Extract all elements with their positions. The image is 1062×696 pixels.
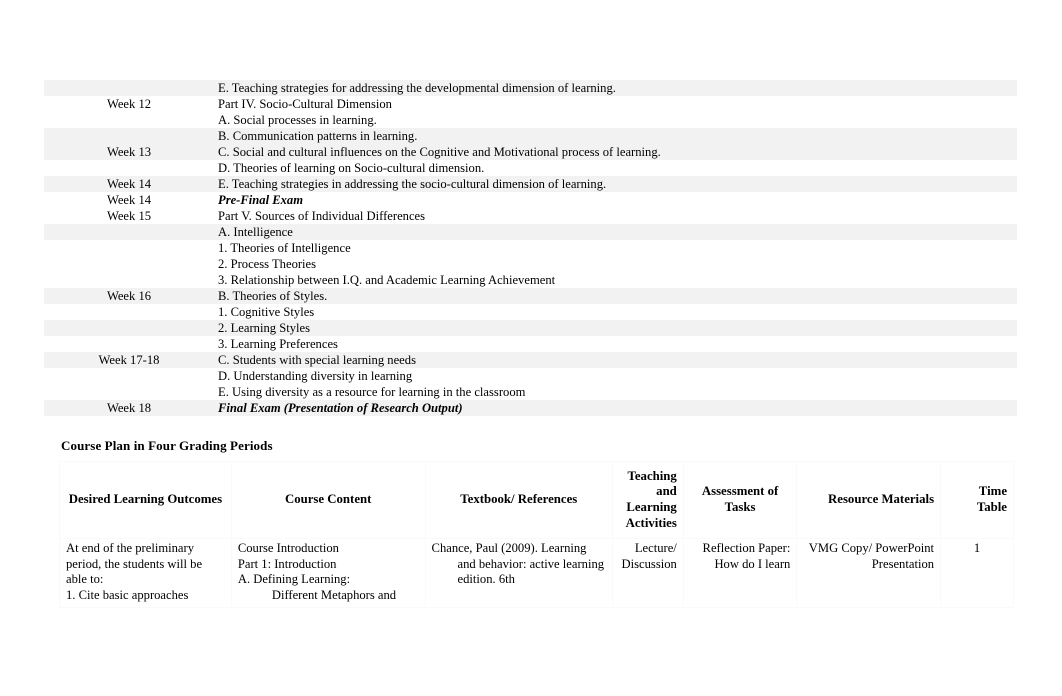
cc-line-4: Different Metaphors and [271, 587, 397, 602]
topic-cell-exam: Pre-Final Exam [218, 192, 1017, 208]
cell-desired-learning-outcomes: At end of the preliminary period, the st… [59, 538, 232, 608]
course-plan-head: Desired Learning Outcomes Course Content… [59, 461, 1014, 539]
week-cell [44, 384, 218, 400]
course-plan-body: At end of the preliminary period, the st… [59, 538, 1014, 608]
topic-cell: C. Social and cultural influences on the… [218, 144, 1017, 160]
table-row: 3. Learning Preferences [44, 336, 1017, 352]
topic-cell: A. Intelligence [218, 224, 1017, 240]
header-teaching-learning-activities: Teaching and Learning Activities [612, 461, 684, 539]
table-row: 1. Cognitive Styles [44, 304, 1017, 320]
topic-cell: 1. Cognitive Styles [218, 304, 1017, 320]
table-row: D. Understanding diversity in learning [44, 368, 1017, 384]
dlo-line-1: At end of the preliminary period, the st… [66, 541, 203, 587]
cell-time-table: 1 [940, 538, 1014, 608]
table-row: Week 13 C. Social and cultural influence… [44, 144, 1017, 160]
table-row: 1. Theories of Intelligence [44, 240, 1017, 256]
week-cell: Week 15 [44, 208, 218, 224]
table-row: Week 12 Part IV. Socio-Cultural Dimensio… [44, 96, 1017, 112]
week-cell: Week 12 [44, 96, 218, 112]
topic-cell: E. Using diversity as a resource for lea… [218, 384, 1017, 400]
header-time-table: Time Table [940, 461, 1014, 539]
table-row: Week 14 E. Teaching strategies in addres… [44, 176, 1017, 192]
table-row: 2. Process Theories [44, 256, 1017, 272]
ref-text: Chance, Paul (2009). Learning and behavi… [431, 541, 605, 587]
week-cell [44, 320, 218, 336]
topic-cell: 2. Learning Styles [218, 320, 1017, 336]
table-row: Week 18 Final Exam (Presentation of Rese… [44, 400, 1017, 416]
topic-cell-exam: Final Exam (Presentation of Research Out… [218, 400, 1017, 416]
topic-cell: D. Understanding diversity in learning [218, 368, 1017, 384]
week-cell [44, 160, 218, 176]
dlo-line-2: 1. Cite basic approaches [66, 587, 189, 602]
table-row: E. Using diversity as a resource for lea… [44, 384, 1017, 400]
topic-cell: Part IV. Socio-Cultural Dimension [218, 96, 1017, 112]
week-cell: Week 17-18 [44, 352, 218, 368]
week-cell: Week 18 [44, 400, 218, 416]
table-row: Week 15 Part V. Sources of Individual Di… [44, 208, 1017, 224]
topic-cell: E. Teaching strategies for addressing th… [218, 80, 1017, 96]
course-plan-table: Desired Learning Outcomes Course Content… [59, 461, 1014, 608]
header-resource-materials: Resource Materials [796, 461, 942, 539]
week-cell [44, 272, 218, 288]
topic-cell: 1. Theories of Intelligence [218, 240, 1017, 256]
weekly-schedule-table: E. Teaching strategies for addressing th… [44, 80, 1017, 416]
table-row: B. Communication patterns in learning. [44, 128, 1017, 144]
table-row: 3. Relationship between I.Q. and Academi… [44, 272, 1017, 288]
topic-cell: C. Students with special learning needs [218, 352, 1017, 368]
course-plan-table-container: Desired Learning Outcomes Course Content… [59, 461, 1014, 608]
weekly-schedule-table-container: E. Teaching strategies for addressing th… [44, 80, 1017, 416]
table-row: 2. Learning Styles [44, 320, 1017, 336]
table-row: Week 17-18 C. Students with special lear… [44, 352, 1017, 368]
week-cell [44, 80, 218, 96]
cell-resource-materials: VMG Copy/ PowerPoint Presentation [796, 538, 942, 608]
topic-cell: 3. Learning Preferences [218, 336, 1017, 352]
topic-cell: B. Theories of Styles. [218, 288, 1017, 304]
cc-line-2: Part 1: Introduction [237, 556, 337, 571]
section-title: Course Plan in Four Grading Periods [61, 438, 273, 453]
cell-course-content: Course Introduction Part 1: Introduction… [230, 538, 426, 608]
weekly-schedule-body: E. Teaching strategies for addressing th… [44, 80, 1017, 416]
week-cell [44, 256, 218, 272]
week-cell [44, 336, 218, 352]
cc-line-3: A. Defining Learning: [237, 572, 351, 587]
table-row: A. Intelligence [44, 224, 1017, 240]
week-cell: Week 14 [44, 192, 218, 208]
topic-cell: 2. Process Theories [218, 256, 1017, 272]
week-cell [44, 368, 218, 384]
week-cell: Week 16 [44, 288, 218, 304]
week-cell [44, 224, 218, 240]
header-course-content: Course Content [230, 461, 426, 539]
cell-teaching-learning-activities: Lecture/ Discussion [612, 538, 684, 608]
table-row: At end of the preliminary period, the st… [59, 538, 1014, 608]
topic-cell: Part V. Sources of Individual Difference… [218, 208, 1017, 224]
week-cell [44, 240, 218, 256]
cell-textbook-references: Chance, Paul (2009). Learning and behavi… [424, 538, 614, 608]
week-cell: Week 14 [44, 176, 218, 192]
table-header-row: Desired Learning Outcomes Course Content… [59, 461, 1014, 539]
topic-cell: A. Social processes in learning. [218, 112, 1017, 128]
header-desired-learning-outcomes: Desired Learning Outcomes [59, 461, 232, 539]
week-cell: Week 13 [44, 144, 218, 160]
cc-line-1: Course Introduction [237, 541, 339, 555]
topic-cell: 3. Relationship between I.Q. and Academi… [218, 272, 1017, 288]
header-textbook-references: Textbook/ References [424, 461, 614, 539]
topic-cell: E. Teaching strategies in addressing the… [218, 176, 1017, 192]
week-cell [44, 112, 218, 128]
table-row: A. Social processes in learning. [44, 112, 1017, 128]
table-row: E. Teaching strategies for addressing th… [44, 80, 1017, 96]
document-page: E. Teaching strategies for addressing th… [0, 0, 1062, 696]
table-row: Week 16 B. Theories of Styles. [44, 288, 1017, 304]
topic-cell: D. Theories of learning on Socio-cultura… [218, 160, 1017, 176]
topic-cell: B. Communication patterns in learning. [218, 128, 1017, 144]
table-row: Week 14 Pre-Final Exam [44, 192, 1017, 208]
header-assessment-of-tasks: Assessment of Tasks [682, 461, 798, 539]
cell-assessment-of-tasks: Reflection Paper: How do I learn [682, 538, 798, 608]
week-cell [44, 128, 218, 144]
week-cell [44, 304, 218, 320]
table-row: D. Theories of learning on Socio-cultura… [44, 160, 1017, 176]
